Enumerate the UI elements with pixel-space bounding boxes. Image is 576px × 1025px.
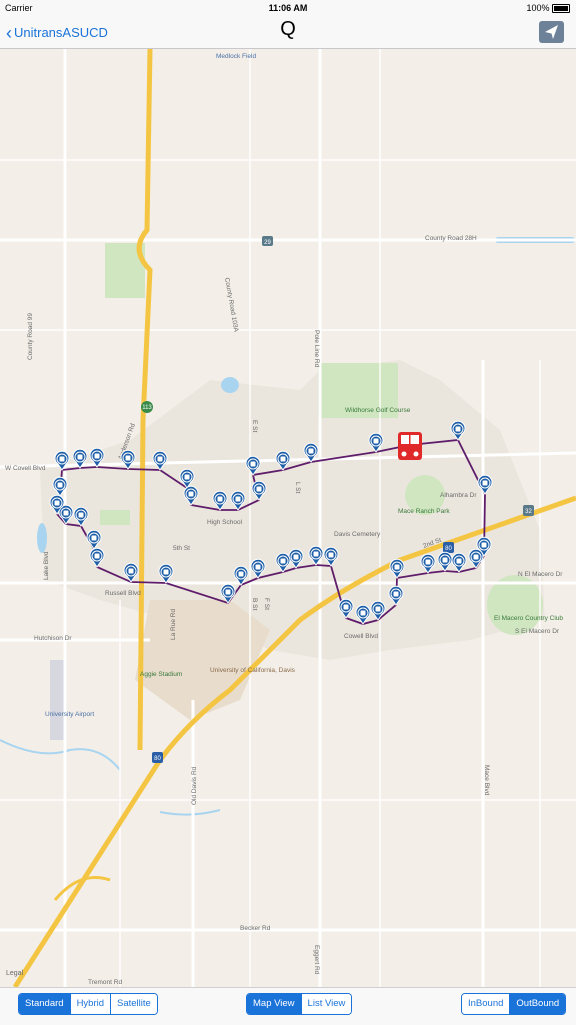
page-title: Q (280, 18, 296, 40)
svg-text:Davis Cemetery: Davis Cemetery (334, 531, 381, 538)
svg-text:Pole Line Rd: Pole Line Rd (313, 330, 320, 368)
svg-text:Aggie Stadium: Aggie Stadium (140, 671, 182, 678)
location-button[interactable] (539, 21, 564, 43)
svg-text:113: 113 (142, 405, 152, 411)
svg-text:E St: E St (251, 420, 258, 432)
svg-text:Old Davis Rd: Old Davis Rd (191, 766, 198, 805)
svg-text:80: 80 (154, 756, 161, 762)
svg-text:County Road 99: County Road 99 (27, 313, 34, 360)
view-segmented-control: Map View List View (246, 993, 353, 1015)
svg-text:University Airport: University Airport (45, 711, 94, 718)
svg-text:Mace Ranch Park: Mace Ranch Park (398, 508, 450, 515)
segment-outbound[interactable]: OutBound (509, 994, 566, 1014)
navigation-bar: ‹ UnitransASUCD Q (0, 16, 576, 49)
segment-standard[interactable]: Standard (19, 994, 70, 1014)
svg-text:29: 29 (264, 240, 271, 246)
svg-text:Russell Blvd: Russell Blvd (105, 590, 141, 597)
svg-text:Alhambra Dr: Alhambra Dr (440, 492, 477, 499)
bottom-toolbar: Standard Hybrid Satellite Map View List … (0, 987, 576, 1025)
battery-indicator: 100% (526, 3, 570, 14)
svg-text:Tremont Rd: Tremont Rd (88, 979, 122, 986)
segment-hybrid[interactable]: Hybrid (69, 994, 111, 1014)
svg-text:Medlock Field: Medlock Field (216, 53, 256, 60)
svg-text:Cowell Blvd: Cowell Blvd (344, 633, 378, 640)
segment-satellite[interactable]: Satellite (110, 994, 157, 1014)
status-bar: Carrier 11:06 AM 100% (0, 0, 576, 16)
map-type-segmented-control: Standard Hybrid Satellite (18, 993, 158, 1015)
segment-inbound[interactable]: InBound (462, 994, 510, 1014)
clock: 11:06 AM (268, 3, 308, 13)
svg-text:La Rue Rd: La Rue Rd (170, 609, 177, 640)
location-arrow-icon (545, 25, 558, 39)
battery-icon (552, 4, 570, 14)
legal-link[interactable]: Legal (6, 970, 23, 977)
svg-text:El Macero Country Club: El Macero Country Club (494, 615, 563, 622)
direction-segmented-control: InBound OutBound (461, 993, 567, 1015)
svg-text:County Road 28H: County Road 28H (425, 235, 477, 242)
svg-text:High School: High School (207, 519, 243, 526)
svg-text:Hutchison Dr: Hutchison Dr (34, 635, 72, 642)
svg-text:W Covell Blvd: W Covell Blvd (5, 465, 46, 472)
svg-text:L St: L St (294, 482, 301, 494)
segment-list-view[interactable]: List View (300, 994, 352, 1014)
route-map[interactable]: 29 113 80 32 80 Medlock Field County Roa… (0, 49, 576, 987)
svg-text:N El Macero Dr: N El Macero Dr (518, 571, 563, 578)
svg-text:University of California, Davi: University of California, Davis (210, 667, 296, 674)
svg-text:80: 80 (445, 546, 452, 552)
svg-text:S El Macero Dr: S El Macero Dr (515, 628, 560, 635)
svg-text:F St: F St (263, 598, 270, 610)
svg-text:Eggert Rd: Eggert Rd (313, 945, 320, 975)
svg-text:32: 32 (525, 509, 532, 515)
svg-text:5th St: 5th St (173, 545, 190, 552)
svg-text:Lake Blvd: Lake Blvd (43, 551, 50, 580)
svg-text:Becker Rd: Becker Rd (240, 925, 271, 932)
segment-map-view[interactable]: Map View (247, 994, 301, 1014)
svg-text:B St: B St (251, 598, 258, 610)
bus-icon[interactable] (398, 432, 422, 460)
svg-text:Wildhorse Golf Course: Wildhorse Golf Course (345, 407, 411, 414)
svg-text:Mace Blvd: Mace Blvd (483, 765, 490, 796)
